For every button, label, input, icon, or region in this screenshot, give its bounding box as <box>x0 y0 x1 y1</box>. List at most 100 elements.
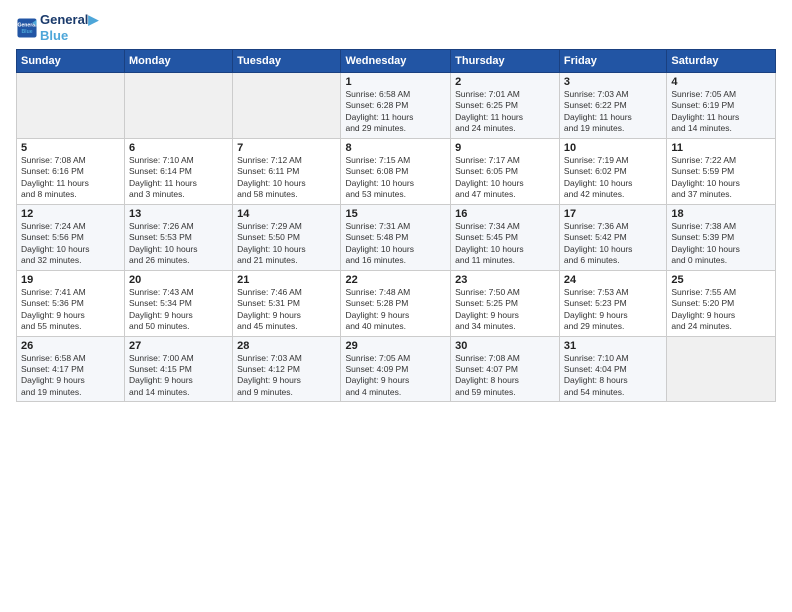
day-cell: 12Sunrise: 7:24 AM Sunset: 5:56 PM Dayli… <box>17 204 125 270</box>
day-info: Sunrise: 6:58 AM Sunset: 4:17 PM Dayligh… <box>21 353 120 399</box>
day-cell <box>17 73 125 139</box>
day-info: Sunrise: 7:01 AM Sunset: 6:25 PM Dayligh… <box>455 89 555 135</box>
day-info: Sunrise: 7:15 AM Sunset: 6:08 PM Dayligh… <box>345 155 446 201</box>
day-number: 25 <box>671 274 771 286</box>
day-info: Sunrise: 7:08 AM Sunset: 6:16 PM Dayligh… <box>21 155 120 201</box>
day-info: Sunrise: 7:36 AM Sunset: 5:42 PM Dayligh… <box>564 221 662 267</box>
day-number: 8 <box>345 142 446 154</box>
weekday-header-thursday: Thursday <box>451 50 560 73</box>
day-cell: 28Sunrise: 7:03 AM Sunset: 4:12 PM Dayli… <box>233 336 341 402</box>
day-info: Sunrise: 7:34 AM Sunset: 5:45 PM Dayligh… <box>455 221 555 267</box>
day-cell: 3Sunrise: 7:03 AM Sunset: 6:22 PM Daylig… <box>559 73 666 139</box>
day-number: 31 <box>564 340 662 352</box>
day-cell: 14Sunrise: 7:29 AM Sunset: 5:50 PM Dayli… <box>233 204 341 270</box>
day-info: Sunrise: 7:08 AM Sunset: 4:07 PM Dayligh… <box>455 353 555 399</box>
day-number: 23 <box>455 274 555 286</box>
week-row-2: 5Sunrise: 7:08 AM Sunset: 6:16 PM Daylig… <box>17 138 776 204</box>
day-info: Sunrise: 6:58 AM Sunset: 6:28 PM Dayligh… <box>345 89 446 135</box>
day-number: 29 <box>345 340 446 352</box>
day-info: Sunrise: 7:26 AM Sunset: 5:53 PM Dayligh… <box>129 221 228 267</box>
day-info: Sunrise: 7:53 AM Sunset: 5:23 PM Dayligh… <box>564 287 662 333</box>
day-number: 10 <box>564 142 662 154</box>
day-info: Sunrise: 7:22 AM Sunset: 5:59 PM Dayligh… <box>671 155 771 201</box>
day-cell: 11Sunrise: 7:22 AM Sunset: 5:59 PM Dayli… <box>667 138 776 204</box>
week-row-4: 19Sunrise: 7:41 AM Sunset: 5:36 PM Dayli… <box>17 270 776 336</box>
day-cell: 18Sunrise: 7:38 AM Sunset: 5:39 PM Dayli… <box>667 204 776 270</box>
day-info: Sunrise: 7:38 AM Sunset: 5:39 PM Dayligh… <box>671 221 771 267</box>
weekday-header-sunday: Sunday <box>17 50 125 73</box>
calendar-page: General Blue General▶ Blue SundayMondayT… <box>0 0 792 612</box>
day-number: 27 <box>129 340 228 352</box>
day-number: 5 <box>21 142 120 154</box>
weekday-header-friday: Friday <box>559 50 666 73</box>
day-cell: 21Sunrise: 7:46 AM Sunset: 5:31 PM Dayli… <box>233 270 341 336</box>
day-number: 11 <box>671 142 771 154</box>
day-cell: 1Sunrise: 6:58 AM Sunset: 6:28 PM Daylig… <box>341 73 451 139</box>
day-number: 1 <box>345 76 446 88</box>
day-cell: 19Sunrise: 7:41 AM Sunset: 5:36 PM Dayli… <box>17 270 125 336</box>
week-row-1: 1Sunrise: 6:58 AM Sunset: 6:28 PM Daylig… <box>17 73 776 139</box>
day-cell: 25Sunrise: 7:55 AM Sunset: 5:20 PM Dayli… <box>667 270 776 336</box>
weekday-header-saturday: Saturday <box>667 50 776 73</box>
day-cell: 9Sunrise: 7:17 AM Sunset: 6:05 PM Daylig… <box>451 138 560 204</box>
week-row-5: 26Sunrise: 6:58 AM Sunset: 4:17 PM Dayli… <box>17 336 776 402</box>
day-number: 9 <box>455 142 555 154</box>
day-info: Sunrise: 7:10 AM Sunset: 6:14 PM Dayligh… <box>129 155 228 201</box>
day-info: Sunrise: 7:43 AM Sunset: 5:34 PM Dayligh… <box>129 287 228 333</box>
day-cell: 29Sunrise: 7:05 AM Sunset: 4:09 PM Dayli… <box>341 336 451 402</box>
logo-icon: General Blue <box>16 17 38 39</box>
day-cell: 4Sunrise: 7:05 AM Sunset: 6:19 PM Daylig… <box>667 73 776 139</box>
day-info: Sunrise: 7:24 AM Sunset: 5:56 PM Dayligh… <box>21 221 120 267</box>
day-info: Sunrise: 7:10 AM Sunset: 4:04 PM Dayligh… <box>564 353 662 399</box>
day-number: 24 <box>564 274 662 286</box>
day-info: Sunrise: 7:48 AM Sunset: 5:28 PM Dayligh… <box>345 287 446 333</box>
weekday-header-tuesday: Tuesday <box>233 50 341 73</box>
day-number: 13 <box>129 208 228 220</box>
day-number: 6 <box>129 142 228 154</box>
day-number: 17 <box>564 208 662 220</box>
day-cell: 20Sunrise: 7:43 AM Sunset: 5:34 PM Dayli… <box>125 270 233 336</box>
day-cell: 13Sunrise: 7:26 AM Sunset: 5:53 PM Dayli… <box>125 204 233 270</box>
day-info: Sunrise: 7:03 AM Sunset: 4:12 PM Dayligh… <box>237 353 336 399</box>
day-cell: 27Sunrise: 7:00 AM Sunset: 4:15 PM Dayli… <box>125 336 233 402</box>
day-cell: 17Sunrise: 7:36 AM Sunset: 5:42 PM Dayli… <box>559 204 666 270</box>
day-number: 22 <box>345 274 446 286</box>
day-info: Sunrise: 7:55 AM Sunset: 5:20 PM Dayligh… <box>671 287 771 333</box>
day-cell: 22Sunrise: 7:48 AM Sunset: 5:28 PM Dayli… <box>341 270 451 336</box>
day-number: 28 <box>237 340 336 352</box>
day-number: 2 <box>455 76 555 88</box>
day-cell: 5Sunrise: 7:08 AM Sunset: 6:16 PM Daylig… <box>17 138 125 204</box>
week-row-3: 12Sunrise: 7:24 AM Sunset: 5:56 PM Dayli… <box>17 204 776 270</box>
day-info: Sunrise: 7:19 AM Sunset: 6:02 PM Dayligh… <box>564 155 662 201</box>
day-info: Sunrise: 7:41 AM Sunset: 5:36 PM Dayligh… <box>21 287 120 333</box>
day-number: 20 <box>129 274 228 286</box>
day-info: Sunrise: 7:05 AM Sunset: 4:09 PM Dayligh… <box>345 353 446 399</box>
day-info: Sunrise: 7:17 AM Sunset: 6:05 PM Dayligh… <box>455 155 555 201</box>
day-number: 16 <box>455 208 555 220</box>
calendar-table: SundayMondayTuesdayWednesdayThursdayFrid… <box>16 49 776 402</box>
day-cell: 24Sunrise: 7:53 AM Sunset: 5:23 PM Dayli… <box>559 270 666 336</box>
day-info: Sunrise: 7:29 AM Sunset: 5:50 PM Dayligh… <box>237 221 336 267</box>
day-number: 18 <box>671 208 771 220</box>
day-number: 3 <box>564 76 662 88</box>
day-cell <box>233 73 341 139</box>
day-cell <box>125 73 233 139</box>
day-number: 15 <box>345 208 446 220</box>
logo-text: General▶ Blue <box>40 12 98 43</box>
day-cell: 15Sunrise: 7:31 AM Sunset: 5:48 PM Dayli… <box>341 204 451 270</box>
day-cell: 26Sunrise: 6:58 AM Sunset: 4:17 PM Dayli… <box>17 336 125 402</box>
day-number: 14 <box>237 208 336 220</box>
day-cell: 31Sunrise: 7:10 AM Sunset: 4:04 PM Dayli… <box>559 336 666 402</box>
day-cell: 23Sunrise: 7:50 AM Sunset: 5:25 PM Dayli… <box>451 270 560 336</box>
day-cell: 16Sunrise: 7:34 AM Sunset: 5:45 PM Dayli… <box>451 204 560 270</box>
day-info: Sunrise: 7:50 AM Sunset: 5:25 PM Dayligh… <box>455 287 555 333</box>
day-info: Sunrise: 7:46 AM Sunset: 5:31 PM Dayligh… <box>237 287 336 333</box>
day-info: Sunrise: 7:05 AM Sunset: 6:19 PM Dayligh… <box>671 89 771 135</box>
day-cell: 7Sunrise: 7:12 AM Sunset: 6:11 PM Daylig… <box>233 138 341 204</box>
svg-text:Blue: Blue <box>21 29 32 35</box>
day-number: 26 <box>21 340 120 352</box>
day-cell: 2Sunrise: 7:01 AM Sunset: 6:25 PM Daylig… <box>451 73 560 139</box>
day-number: 19 <box>21 274 120 286</box>
day-number: 21 <box>237 274 336 286</box>
day-number: 30 <box>455 340 555 352</box>
